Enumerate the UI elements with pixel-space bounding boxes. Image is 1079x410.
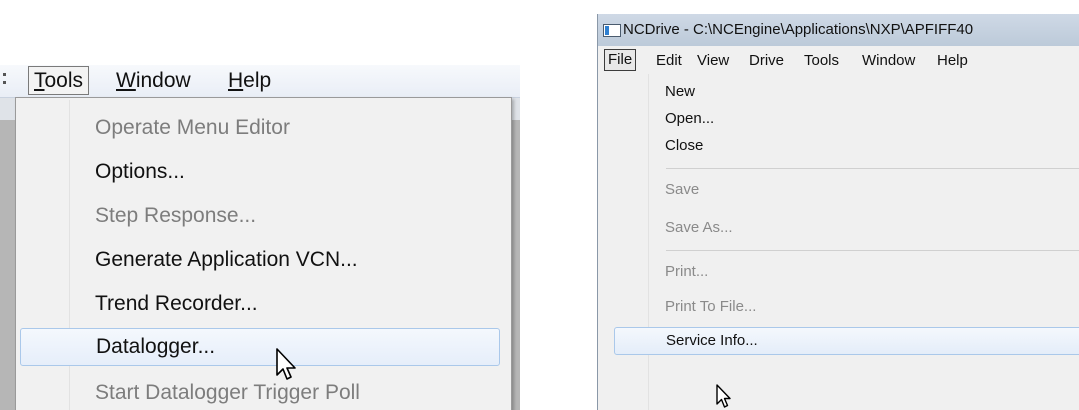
- menu-window[interactable]: Window: [862, 51, 915, 71]
- menu-help-rest: elp: [243, 69, 272, 92]
- menu-separator: [666, 250, 1079, 251]
- menu-window-rest: indow: [135, 69, 191, 92]
- menu-item-close[interactable]: Close: [614, 133, 1079, 159]
- menu-item-print-to-file[interactable]: Print To File...: [614, 294, 1079, 320]
- menu-separator: [666, 168, 1079, 169]
- mouse-pointer-icon: [716, 384, 731, 408]
- menu-bar: File Edit View Drive Tools Window Help: [597, 46, 1079, 74]
- menu-help-accel: H: [228, 69, 244, 92]
- menu-edit[interactable]: Edit: [656, 51, 682, 71]
- menu-bar: Tools Window Help: [0, 65, 520, 98]
- menu-drive-label: Drive: [749, 52, 785, 69]
- menu-tools-accel: T: [34, 69, 45, 92]
- menu-tools-label: Tools: [804, 52, 840, 69]
- menu-item-label: Service Info...: [666, 332, 758, 349]
- menu-item-label: Trend Recorder...: [95, 292, 258, 315]
- menu-item-generate-application-vcn[interactable]: Generate Application VCN...: [18, 242, 508, 278]
- menu-window[interactable]: Window: [111, 67, 196, 94]
- menu-tools[interactable]: Tools: [804, 51, 839, 71]
- menu-item-label: Print To File...: [665, 298, 757, 315]
- menu-item-new[interactable]: New: [614, 79, 1079, 105]
- menu-item-label: Operate Menu Editor: [95, 116, 290, 139]
- menu-item-label: Save As...: [665, 219, 733, 236]
- menu-item-label: Close: [665, 137, 704, 154]
- menu-item-service-info[interactable]: Service Info...: [614, 327, 1079, 355]
- tools-dropdown-menu: Operate Menu Editor Options... Step Resp…: [15, 97, 512, 410]
- menu-item-save[interactable]: Save: [614, 177, 1079, 203]
- menu-item-options[interactable]: Options...: [18, 154, 508, 190]
- file-dropdown-menu: New Open... Close Save Save As... Print.…: [597, 74, 1079, 410]
- menu-item-label: Generate Application VCN...: [95, 248, 358, 271]
- menu-file[interactable]: File: [604, 49, 637, 71]
- menu-item-save-as[interactable]: Save As...: [614, 215, 1079, 241]
- menu-item-trend-recorder[interactable]: Trend Recorder...: [18, 286, 508, 322]
- menu-item-label: Options...: [95, 160, 185, 183]
- menu-help[interactable]: Help: [223, 67, 276, 94]
- menu-edit-label: Edit: [656, 52, 682, 69]
- left-screenshot: Tools Window Help Operate Menu Editor Op…: [0, 0, 520, 410]
- menu-window-accel: W: [116, 69, 136, 92]
- menu-item-operate-menu-editor[interactable]: Operate Menu Editor: [18, 110, 508, 146]
- menu-view[interactable]: View: [697, 51, 729, 71]
- menu-item-label: Save: [665, 181, 700, 198]
- menu-drive[interactable]: Drive: [749, 51, 784, 71]
- menu-item-datalogger[interactable]: Datalogger...: [20, 328, 500, 366]
- menu-edge-fragment: [3, 73, 6, 76]
- menu-file-label: File: [608, 51, 633, 68]
- menu-item-label: Start Datalogger Trigger Poll: [95, 381, 360, 404]
- mouse-pointer-icon: [276, 348, 296, 380]
- menu-help[interactable]: Help: [937, 51, 968, 71]
- window-title: NCDrive - C:\NCEngine\Applications\NXP\A…: [623, 21, 974, 38]
- menu-item-label: Print...: [665, 263, 709, 280]
- right-screenshot: NCDrive - C:\NCEngine\Applications\NXP\A…: [597, 14, 1079, 410]
- window-title-bar: NCDrive - C:\NCEngine\Applications\NXP\A…: [597, 14, 1079, 46]
- menu-tools-rest: ools: [44, 69, 84, 92]
- app-window-icon: [603, 24, 621, 37]
- menu-window-label: Window: [862, 52, 916, 69]
- menu-item-label: Datalogger...: [96, 335, 216, 358]
- menu-tools[interactable]: Tools: [28, 66, 90, 95]
- menu-view-label: View: [697, 52, 730, 69]
- menu-item-label: Step Response...: [95, 204, 257, 227]
- menu-item-print[interactable]: Print...: [614, 259, 1079, 285]
- menu-item-start-datalogger-trigger-poll[interactable]: Start Datalogger Trigger Poll: [18, 375, 508, 410]
- menu-item-open[interactable]: Open...: [614, 106, 1079, 132]
- menu-item-step-response[interactable]: Step Response...: [18, 198, 508, 234]
- menu-help-label: Help: [937, 52, 968, 69]
- menu-item-label: New: [665, 83, 696, 100]
- menu-item-label: Open...: [665, 110, 715, 127]
